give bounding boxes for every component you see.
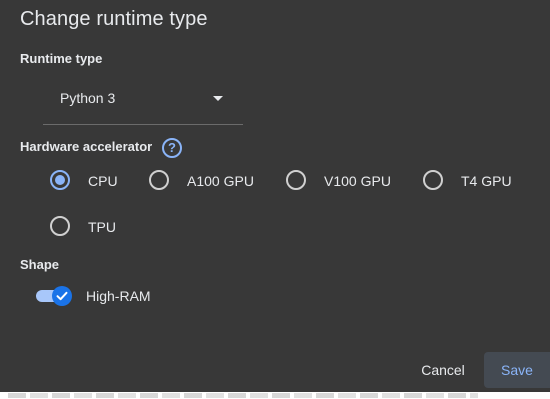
background-text-fragment xyxy=(8,393,478,398)
radio-dot xyxy=(55,175,65,185)
dialog-title: Change runtime type xyxy=(20,8,208,30)
radio-label-t4-gpu: T4 GPU xyxy=(461,173,512,189)
radio-ring xyxy=(286,170,306,190)
chevron-down-icon xyxy=(213,96,223,101)
radio-label-cpu: CPU xyxy=(88,173,118,189)
change-runtime-dialog: Change runtime type Runtime type Python … xyxy=(0,0,550,392)
radio-label-tpu: TPU xyxy=(88,219,116,235)
radio-a100-gpu[interactable] xyxy=(149,170,169,190)
cancel-button[interactable]: Cancel xyxy=(410,352,476,388)
hardware-accelerator-label: Hardware accelerator xyxy=(20,139,153,154)
radio-tpu[interactable] xyxy=(50,216,70,236)
radio-cpu[interactable] xyxy=(50,170,70,190)
radio-label-v100-gpu: V100 GPU xyxy=(324,173,391,189)
radio-ring xyxy=(423,170,443,190)
runtime-type-value: Python 3 xyxy=(60,90,116,106)
runtime-type-label: Runtime type xyxy=(20,51,103,66)
save-button[interactable]: Save xyxy=(484,352,550,388)
toggle-thumb xyxy=(52,286,72,306)
high-ram-label: High-RAM xyxy=(86,288,151,304)
radio-label-a100-gpu: A100 GPU xyxy=(187,173,254,189)
shape-label: Shape xyxy=(20,257,60,272)
runtime-type-select[interactable]: Python 3 xyxy=(43,78,243,125)
high-ram-toggle[interactable] xyxy=(36,286,72,306)
background-page-strip xyxy=(0,392,550,399)
radio-t4-gpu[interactable] xyxy=(423,170,443,190)
radio-v100-gpu[interactable] xyxy=(286,170,306,190)
radio-ring xyxy=(149,170,169,190)
radio-ring xyxy=(50,216,70,236)
help-icon[interactable]: ? xyxy=(162,138,182,158)
check-icon xyxy=(56,291,68,301)
